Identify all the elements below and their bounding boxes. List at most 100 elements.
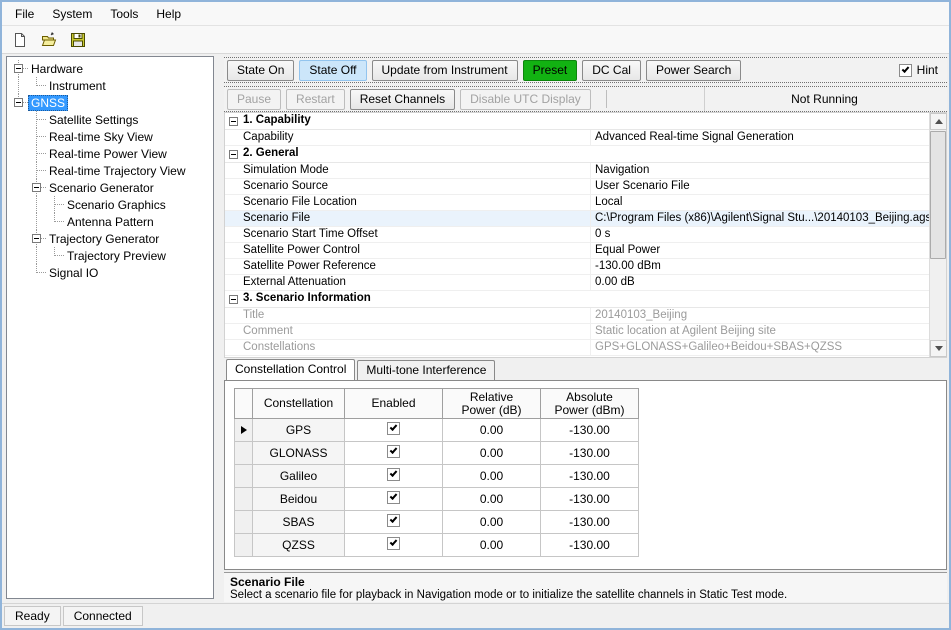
- dc-cal-button[interactable]: DC Cal: [582, 60, 641, 81]
- reset-channels-button[interactable]: Reset Channels: [350, 89, 455, 110]
- tree-collapse-icon[interactable]: [14, 64, 23, 73]
- absolute-power-cell[interactable]: -130.00: [541, 511, 639, 534]
- property-row-title[interactable]: Title20140103_Beijing: [225, 308, 929, 324]
- property-value[interactable]: Equal Power: [591, 243, 929, 258]
- category-collapse-icon[interactable]: [229, 117, 238, 126]
- table-row-glonass: GLONASS0.00-130.00: [235, 442, 639, 465]
- menu-file[interactable]: File: [6, 4, 43, 24]
- scrollbar-thumb[interactable]: [930, 131, 946, 259]
- tree-collapse-icon[interactable]: [14, 98, 23, 107]
- property-value[interactable]: Navigation: [591, 163, 929, 178]
- enabled-checkbox[interactable]: [387, 514, 400, 527]
- hint-checkbox[interactable]: [899, 64, 912, 77]
- save-file-icon[interactable]: [66, 29, 89, 51]
- category-collapse-icon[interactable]: [229, 295, 238, 304]
- tree-item-satellite-settings[interactable]: Satellite Settings: [10, 111, 213, 128]
- row-selector[interactable]: [235, 465, 253, 488]
- tree-collapse-icon[interactable]: [32, 234, 41, 243]
- menu-help[interactable]: Help: [147, 4, 190, 24]
- tree-item-trajectory-preview[interactable]: Trajectory Preview: [10, 247, 213, 264]
- row-selector[interactable]: [235, 442, 253, 465]
- column-header-relative-power-db: Relative Power (dB): [443, 389, 541, 419]
- property-row-simulation-mode[interactable]: Simulation ModeNavigation: [225, 163, 929, 179]
- tree-item-real-time-power-view[interactable]: Real-time Power View: [10, 145, 213, 162]
- tab-multi-tone-interference[interactable]: Multi-tone Interference: [357, 360, 495, 380]
- menu-tools[interactable]: Tools: [101, 4, 147, 24]
- pause-button[interactable]: Pause: [227, 89, 281, 110]
- enabled-checkbox[interactable]: [387, 422, 400, 435]
- relative-power-cell[interactable]: 0.00: [443, 442, 541, 465]
- tree-item-gnss[interactable]: GNSS: [10, 94, 213, 111]
- tree-collapse-icon[interactable]: [32, 183, 41, 192]
- property-row-constellations[interactable]: ConstellationsGPS+GLONASS+Galileo+Beidou…: [225, 340, 929, 356]
- enabled-checkbox[interactable]: [387, 468, 400, 481]
- tree-item-trajectory-generator[interactable]: Trajectory Generator: [10, 230, 213, 247]
- relative-power-cell[interactable]: 0.00: [443, 419, 541, 442]
- category-collapse-icon[interactable]: [229, 150, 238, 159]
- state-on-button[interactable]: State On: [227, 60, 294, 81]
- scrollbar-down-icon[interactable]: [930, 340, 947, 357]
- row-selector[interactable]: [235, 419, 253, 442]
- power-search-button[interactable]: Power Search: [646, 60, 741, 81]
- property-row-scenario-file[interactable]: Scenario FileC:\Program Files (x86)\Agil…: [225, 211, 929, 227]
- new-file-icon[interactable]: [8, 29, 31, 51]
- property-row-satellite-power-reference[interactable]: Satellite Power Reference-130.00 dBm: [225, 259, 929, 275]
- property-value[interactable]: Static location at Agilent Beijing site: [591, 324, 929, 339]
- relative-power-cell[interactable]: 0.00: [443, 534, 541, 557]
- tree-item-hardware[interactable]: Hardware: [10, 60, 213, 77]
- property-value[interactable]: User Scenario File: [591, 179, 929, 194]
- property-row-comment[interactable]: CommentStatic location at Agilent Beijin…: [225, 324, 929, 340]
- scrollbar-up-icon[interactable]: [930, 113, 947, 130]
- property-row-capability[interactable]: CapabilityAdvanced Real-time Signal Gene…: [225, 130, 929, 146]
- tree-item-scenario-graphics[interactable]: Scenario Graphics: [10, 196, 213, 213]
- property-name: Scenario Start Time Offset: [225, 227, 591, 242]
- tree-item-real-time-trajectory-view[interactable]: Real-time Trajectory View: [10, 162, 213, 179]
- preset-button[interactable]: Preset: [523, 60, 578, 81]
- tree-item-antenna-pattern[interactable]: Antenna Pattern: [10, 213, 213, 230]
- absolute-power-cell[interactable]: -130.00: [541, 419, 639, 442]
- row-selector[interactable]: [235, 534, 253, 557]
- state-off-button[interactable]: State Off: [299, 60, 366, 81]
- property-value[interactable]: 20140103_Beijing: [591, 308, 929, 323]
- disable-utc-display-button[interactable]: Disable UTC Display: [460, 89, 591, 110]
- tree-item-scenario-generator[interactable]: Scenario Generator: [10, 179, 213, 196]
- property-row-external-attenuation[interactable]: External Attenuation0.00 dB: [225, 275, 929, 291]
- property-value[interactable]: -130.00 dBm: [591, 259, 929, 274]
- restart-button[interactable]: Restart: [286, 89, 345, 110]
- update-from-instrument-button[interactable]: Update from Instrument: [372, 60, 518, 81]
- property-value[interactable]: 0 s: [591, 227, 929, 242]
- property-value[interactable]: Local: [591, 195, 929, 210]
- enabled-checkbox[interactable]: [387, 491, 400, 504]
- check-icon: [390, 538, 398, 546]
- row-selector[interactable]: [235, 511, 253, 534]
- property-row-satellite-power-control[interactable]: Satellite Power ControlEqual Power: [225, 243, 929, 259]
- relative-power-cell[interactable]: 0.00: [443, 511, 541, 534]
- property-value[interactable]: Advanced Real-time Signal Generation: [591, 130, 929, 145]
- relative-power-cell[interactable]: 0.00: [443, 465, 541, 488]
- property-row-scenario-source[interactable]: Scenario SourceUser Scenario File: [225, 179, 929, 195]
- absolute-power-cell[interactable]: -130.00: [541, 465, 639, 488]
- tree-item-signal-io[interactable]: Signal IO: [10, 264, 213, 281]
- enabled-cell: [345, 534, 443, 557]
- tree-item-real-time-sky-view[interactable]: Real-time Sky View: [10, 128, 213, 145]
- property-name: Scenario File Location: [225, 195, 591, 210]
- enabled-checkbox[interactable]: [387, 537, 400, 550]
- property-row-scenario-start-time-offset[interactable]: Scenario Start Time Offset0 s: [225, 227, 929, 243]
- absolute-power-cell[interactable]: -130.00: [541, 488, 639, 511]
- enabled-checkbox[interactable]: [387, 445, 400, 458]
- absolute-power-cell[interactable]: -130.00: [541, 442, 639, 465]
- tree-branch: [28, 77, 46, 94]
- property-row-scenario-file-location[interactable]: Scenario File LocationLocal: [225, 195, 929, 211]
- property-value[interactable]: 0.00 dB: [591, 275, 929, 290]
- tree-item-instrument[interactable]: Instrument: [10, 77, 213, 94]
- property-value[interactable]: C:\Program Files (x86)\Agilent\Signal St…: [591, 211, 929, 226]
- property-grid-scrollbar[interactable]: [929, 113, 946, 357]
- menu-system[interactable]: System: [43, 4, 101, 24]
- absolute-power-cell[interactable]: -130.00: [541, 534, 639, 557]
- open-file-icon[interactable]: [37, 29, 60, 51]
- property-value[interactable]: GPS+GLONASS+Galileo+Beidou+SBAS+QZSS: [591, 340, 929, 355]
- category-label: 2. General: [225, 146, 591, 162]
- row-selector[interactable]: [235, 488, 253, 511]
- relative-power-cell[interactable]: 0.00: [443, 488, 541, 511]
- tab-constellation-control[interactable]: Constellation Control: [226, 359, 355, 380]
